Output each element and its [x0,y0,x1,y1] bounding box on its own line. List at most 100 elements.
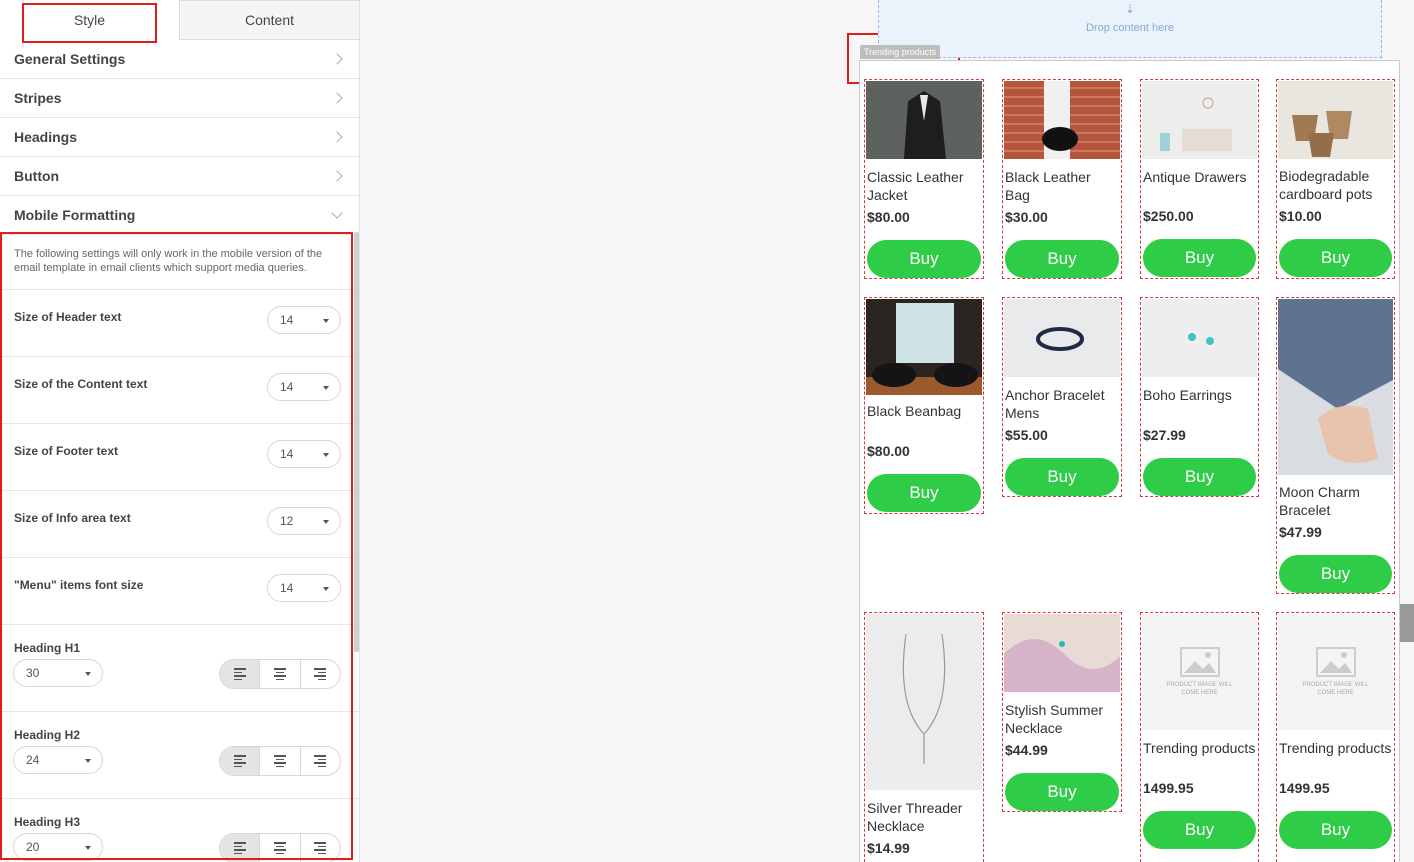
buy-button[interactable]: Buy [867,474,981,512]
section-label: Button [14,168,60,184]
info-size-select[interactable]: 12 [267,507,341,535]
caret-down-icon [85,759,91,763]
align-right-icon [314,668,327,680]
header-size-select[interactable]: 14 [267,306,341,334]
section-button[interactable]: Button [0,157,359,196]
mobile-formatting-body: The following settings will only work in… [0,235,359,862]
panel-scrollbar[interactable] [354,232,359,652]
block-tag[interactable]: Trending products [860,45,941,59]
product-card[interactable]: Black Leather Bag $30.00 Buy [1002,79,1122,279]
settings-panel: Style Content General Settings Stripes H… [0,0,360,862]
align-center-button[interactable] [259,834,299,862]
side-handle[interactable] [1400,604,1414,642]
align-left-button[interactable] [220,747,260,775]
product-price: $55.00 [1005,427,1048,443]
product-card[interactable]: Moon Charm Bracelet $47.99 Buy [1276,297,1395,594]
footer-size-select[interactable]: 14 [267,440,341,468]
align-left-button[interactable] [220,660,260,688]
align-center-icon [273,755,286,767]
product-card[interactable]: PRODUCT IMAGE WILL COME HERE Trending pr… [1140,612,1259,862]
product-image [1278,81,1393,159]
product-image-placeholder: PRODUCT IMAGE WILL COME HERE [1278,614,1393,730]
buy-button[interactable]: Buy [1005,458,1119,496]
chevron-right-icon [331,53,343,65]
product-price: $47.99 [1279,524,1322,540]
setting-label: Heading H1 [14,641,81,655]
buy-button[interactable]: Buy [867,240,981,278]
section-mobile-formatting[interactable]: Mobile Formatting [0,196,359,235]
product-card[interactable]: Silver Threader Necklace $14.99 [864,612,984,862]
drop-zone-label: Drop content here [1085,22,1175,34]
product-card[interactable]: Boho Earrings $27.99 Buy [1140,297,1259,497]
image-placeholder-icon [1179,647,1220,677]
buy-button[interactable]: Buy [1143,458,1256,496]
h2-size-select[interactable]: 24 [13,746,103,774]
align-left-icon [233,668,246,680]
align-left-button[interactable] [220,834,260,862]
product-card[interactable]: Classic Leather Jacket $80.00 Buy [864,79,984,279]
product-card[interactable]: Antique Drawers $250.00 Buy [1140,79,1259,279]
summer-necklace-photo [1004,639,1120,692]
earrings-photo [1188,333,1214,345]
panel-tabs: Style Content [0,0,359,40]
buy-button[interactable]: Buy [1143,811,1256,849]
chevron-right-icon [331,92,343,104]
buy-button[interactable]: Buy [1005,240,1119,278]
h3-size-select[interactable]: 20 [13,833,103,861]
tab-style[interactable]: Style [0,0,179,40]
drawers-photo [1160,97,1232,151]
product-name: Black Leather Bag [1005,169,1091,203]
placeholder-text: PRODUCT IMAGE WILL COME HERE [1166,682,1233,696]
bracelet-photo [1036,327,1084,351]
product-image [866,81,982,159]
menu-size-select[interactable]: 14 [267,574,341,602]
buy-button[interactable]: Buy [1279,555,1392,593]
product-image [866,614,982,790]
product-card[interactable]: PRODUCT IMAGE WILL COME HERE Trending pr… [1276,612,1395,862]
section-headings[interactable]: Headings [0,118,359,157]
setting-heading-h2: Heading H2 24 [0,712,359,799]
product-card[interactable]: Black Beanbag $80.00 Buy [864,297,984,514]
align-center-button[interactable] [259,660,299,688]
select-value: 14 [280,313,294,327]
product-image [1142,299,1257,377]
section-general-settings[interactable]: General Settings [0,40,359,79]
buy-button[interactable]: Buy [1005,773,1119,811]
product-card[interactable]: Anchor Bracelet Mens $55.00 Buy [1002,297,1122,497]
tab-content[interactable]: Content [179,0,359,40]
align-right-button[interactable] [299,660,340,688]
align-right-button[interactable] [299,747,340,775]
buy-button[interactable]: Buy [1279,811,1392,849]
content-size-select[interactable]: 14 [267,373,341,401]
align-center-icon [273,842,286,854]
caret-down-icon [85,672,91,676]
section-stripes[interactable]: Stripes [0,79,359,118]
setting-label: Heading H2 [14,728,81,742]
product-name: Boho Earrings [1143,387,1232,403]
product-price: $10.00 [1279,208,1322,224]
chevron-down-icon [331,207,343,219]
image-placeholder-icon [1315,647,1356,677]
bag-photo [1042,81,1078,159]
select-value: 14 [280,581,294,595]
drop-arrow-icon: ⇣ [1125,2,1136,16]
buy-button[interactable]: Buy [1143,239,1256,277]
setting-label: Size of Header text [14,310,122,324]
align-center-icon [273,668,286,680]
product-image [866,299,982,395]
select-value: 14 [280,380,294,394]
select-value: 24 [26,753,40,767]
product-price: $44.99 [1005,742,1048,758]
align-right-button[interactable] [299,834,340,862]
product-price: $80.00 [867,443,910,459]
product-card[interactable]: Biodegradable cardboard pots $10.00 Buy [1276,79,1395,279]
drop-zone[interactable]: ⇣ Drop content here [878,0,1382,58]
product-card[interactable]: Stylish Summer Necklace $44.99 Buy [1002,612,1122,812]
setting-label: "Menu" items font size [14,578,144,592]
buy-button[interactable]: Buy [1279,239,1392,277]
section-label: Stripes [14,90,62,106]
align-center-button[interactable] [259,747,299,775]
h1-size-select[interactable]: 30 [13,659,103,687]
select-value: 14 [280,447,294,461]
product-name: Trending products [1143,740,1256,756]
